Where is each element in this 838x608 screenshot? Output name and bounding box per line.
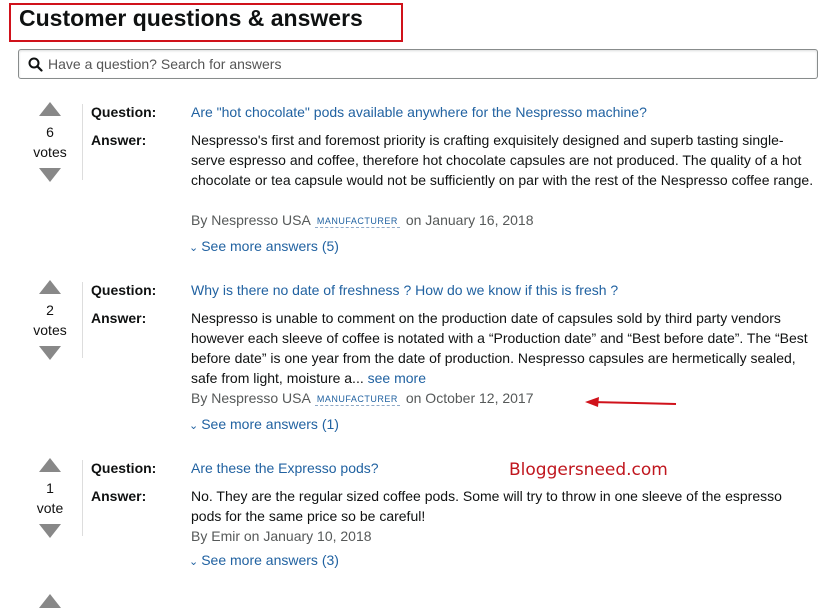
watermark: Bloggersneed.com: [509, 460, 668, 480]
see-more-answers-link[interactable]: ⌄ See more answers (5): [189, 238, 339, 254]
answer-body: Nespresso is unable to comment on the pr…: [191, 310, 808, 386]
upvote-arrow-icon[interactable]: [39, 102, 61, 116]
page-title: Customer questions & answers: [19, 5, 363, 31]
answer-text: Nespresso is unable to comment on the pr…: [191, 308, 816, 388]
answer-author: By Nespresso USA: [191, 390, 311, 406]
see-more-answers-link[interactable]: ⌄ See more answers (3): [189, 552, 339, 568]
answer-meta: By Nespresso USA MANUFACTURER on January 1…: [191, 212, 534, 228]
answer-date: on January 16, 2018: [405, 212, 534, 228]
answer-date: on October 12, 2017: [405, 390, 534, 406]
see-more-answers-link[interactable]: ⌄ See more answers (1): [189, 416, 339, 432]
question-label: Question:: [91, 282, 157, 298]
vote-widget: [30, 594, 70, 608]
answer-text: No. They are the regular sized coffee po…: [191, 488, 782, 524]
vote-count: 2: [46, 302, 54, 318]
answer-label: Answer:: [91, 132, 147, 148]
answer-meta: By Emir on January 10, 2018: [191, 528, 372, 544]
chevron-down-icon: ⌄: [189, 556, 199, 568]
downvote-arrow-icon[interactable]: [39, 524, 61, 538]
manufacturer-badge: MANUFACTURER: [314, 394, 400, 406]
see-more-answers-label: See more answers (1): [201, 416, 339, 432]
question-link[interactable]: Are "hot chocolate" pods available anywh…: [191, 104, 647, 120]
manufacturer-badge: MANUFACTURER: [314, 216, 400, 228]
vote-widget: 2 votes: [30, 280, 70, 360]
see-more-answers-label: See more answers (3): [201, 552, 339, 568]
vote-label: votes: [33, 322, 67, 338]
see-more-answers-label: See more answers (5): [201, 238, 339, 254]
divider: [82, 460, 83, 536]
vote-count: 6: [46, 124, 54, 140]
upvote-arrow-icon[interactable]: [39, 458, 61, 472]
question-link[interactable]: Are these the Expresso pods?: [191, 460, 379, 476]
downvote-arrow-icon[interactable]: [39, 346, 61, 360]
chevron-down-icon: ⌄: [189, 420, 199, 432]
vote-widget: 1 vote: [30, 458, 70, 538]
question-label: Question:: [91, 104, 157, 120]
annotation-arrow-icon: [585, 397, 677, 407]
question-label: Question:: [91, 460, 157, 476]
answer-label: Answer:: [91, 488, 147, 504]
search-box[interactable]: [18, 49, 818, 79]
upvote-arrow-icon[interactable]: [39, 594, 61, 608]
question-link[interactable]: Why is there no date of freshness ? How …: [191, 282, 618, 298]
upvote-arrow-icon[interactable]: [39, 280, 61, 294]
vote-widget: 6 votes: [30, 102, 70, 182]
chevron-down-icon: ⌄: [189, 242, 199, 254]
downvote-arrow-icon[interactable]: [39, 168, 61, 182]
vote-label: votes: [33, 144, 67, 160]
divider: [82, 104, 83, 180]
vote-label: vote: [36, 500, 64, 516]
vote-count: 1: [46, 480, 54, 496]
answer-text: Nespresso's first and foremost priority …: [191, 132, 814, 188]
answer-meta: By Nespresso USA MANUFACTURER on October 1…: [191, 390, 534, 406]
divider: [82, 282, 83, 358]
search-icon: [28, 57, 43, 72]
see-more-link[interactable]: see more: [368, 370, 426, 386]
answer-author: By Nespresso USA: [191, 212, 311, 228]
search-input[interactable]: [48, 54, 808, 74]
answer-label: Answer:: [91, 310, 147, 326]
